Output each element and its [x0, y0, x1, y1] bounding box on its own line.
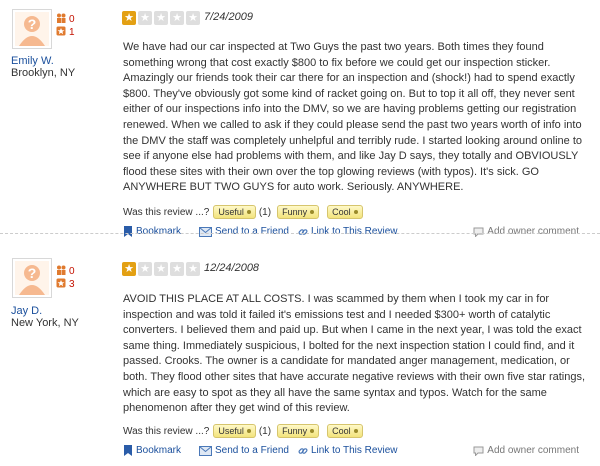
user-location: New York, NY — [11, 317, 79, 329]
user-avatar[interactable]: ? — [12, 258, 52, 298]
dot-icon — [246, 210, 251, 214]
link-icon — [298, 447, 308, 454]
send-to-friend-link[interactable]: Send to a Friend — [199, 445, 289, 456]
vote-row: Was this review ...? Useful (1) Funny Co… — [123, 205, 363, 219]
review-item: ? 0 1 Emily W. Brooklyn, NY ★ ★ ★ ★ ★ 7/… — [0, 0, 600, 237]
funny-button[interactable]: Funny — [277, 424, 320, 438]
review-actions: Bookmark Send to a Friend Link to This R… — [123, 445, 406, 456]
cool-label: Cool — [332, 426, 351, 436]
link-to-review-label: Link to This Review — [310, 445, 398, 456]
useful-count: (1) — [258, 425, 272, 437]
star-icon: ★ — [154, 262, 168, 276]
bookmark-link[interactable]: Bookmark — [123, 445, 181, 456]
star-icon: ★ — [170, 262, 184, 276]
review-date: 7/24/2009 — [204, 11, 253, 23]
funny-button[interactable]: Funny — [277, 205, 320, 219]
useful-count: (1) — [258, 206, 272, 218]
dot-icon — [246, 429, 251, 433]
star-icon: ★ — [138, 262, 152, 276]
user-location: Brooklyn, NY — [11, 67, 76, 79]
friends-icon — [57, 265, 66, 275]
dot-icon — [310, 210, 315, 214]
useful-button[interactable]: Useful — [213, 205, 256, 219]
review-text: AVOID THIS PLACE AT ALL COSTS. I was sca… — [123, 293, 586, 415]
useful-label: Useful — [218, 207, 244, 217]
svg-text:?: ? — [28, 265, 37, 281]
useful-label: Useful — [218, 426, 244, 436]
send-to-friend-label: Send to a Friend — [215, 445, 289, 456]
rating-stars: ★ ★ ★ ★ ★ — [122, 262, 200, 276]
cool-button[interactable]: Cool — [327, 205, 363, 219]
avatar-placeholder-icon: ? — [15, 12, 49, 46]
user-avatar[interactable]: ? — [12, 9, 52, 49]
user-name-link[interactable]: Emily W. — [11, 55, 54, 67]
cool-button[interactable]: Cool — [327, 424, 363, 438]
send-icon — [199, 445, 213, 456]
review-text: We have had our car inspected at Two Guy… — [123, 41, 583, 194]
link-to-review-link[interactable]: Link to This Review — [298, 445, 398, 456]
add-owner-comment-label: Add owner comment — [487, 445, 579, 456]
friend-count-value: 0 — [69, 266, 75, 277]
star-icon: ★ — [154, 11, 168, 25]
review-count-value: 3 — [69, 279, 75, 290]
star-icon: ★ — [138, 11, 152, 25]
vote-row: Was this review ...? Useful (1) Funny Co… — [123, 424, 363, 438]
vote-prompt: Was this review ...? — [123, 425, 210, 437]
review-count: 3 — [56, 278, 75, 290]
review-item: ? 0 3 Jay D. New York, NY ★ ★ ★ ★ ★ 12/2… — [0, 233, 600, 466]
funny-label: Funny — [282, 426, 308, 436]
star-icon: ★ — [122, 11, 136, 25]
friend-count: 0 — [56, 13, 75, 25]
star-icon: ★ — [186, 262, 200, 276]
avatar-placeholder-icon: ? — [15, 261, 49, 295]
vote-prompt: Was this review ...? — [123, 206, 210, 218]
dot-icon — [353, 210, 358, 214]
dot-icon — [310, 429, 315, 433]
useful-button[interactable]: Useful — [213, 424, 256, 438]
reviews-icon — [56, 26, 66, 36]
user-name-link[interactable]: Jay D. — [11, 305, 42, 317]
rating-stars: ★ ★ ★ ★ ★ — [122, 11, 200, 25]
bookmark-label: Bookmark — [136, 445, 182, 456]
bookmark-icon — [124, 445, 132, 456]
reviews-icon — [56, 278, 66, 288]
review-date: 12/24/2008 — [204, 262, 260, 274]
star-icon: ★ — [170, 11, 184, 25]
dot-icon — [353, 429, 358, 433]
review-count: 1 — [56, 26, 75, 38]
comment-icon — [473, 446, 484, 456]
friend-count-value: 0 — [69, 14, 75, 25]
review-count-value: 1 — [69, 27, 75, 38]
star-icon: ★ — [122, 262, 136, 276]
funny-label: Funny — [282, 207, 308, 217]
svg-text:?: ? — [28, 16, 37, 32]
star-icon: ★ — [186, 11, 200, 25]
add-owner-comment-link[interactable]: Add owner comment — [473, 445, 579, 456]
cool-label: Cool — [332, 207, 351, 217]
friend-count: 0 — [56, 265, 75, 277]
friends-icon — [57, 13, 66, 23]
